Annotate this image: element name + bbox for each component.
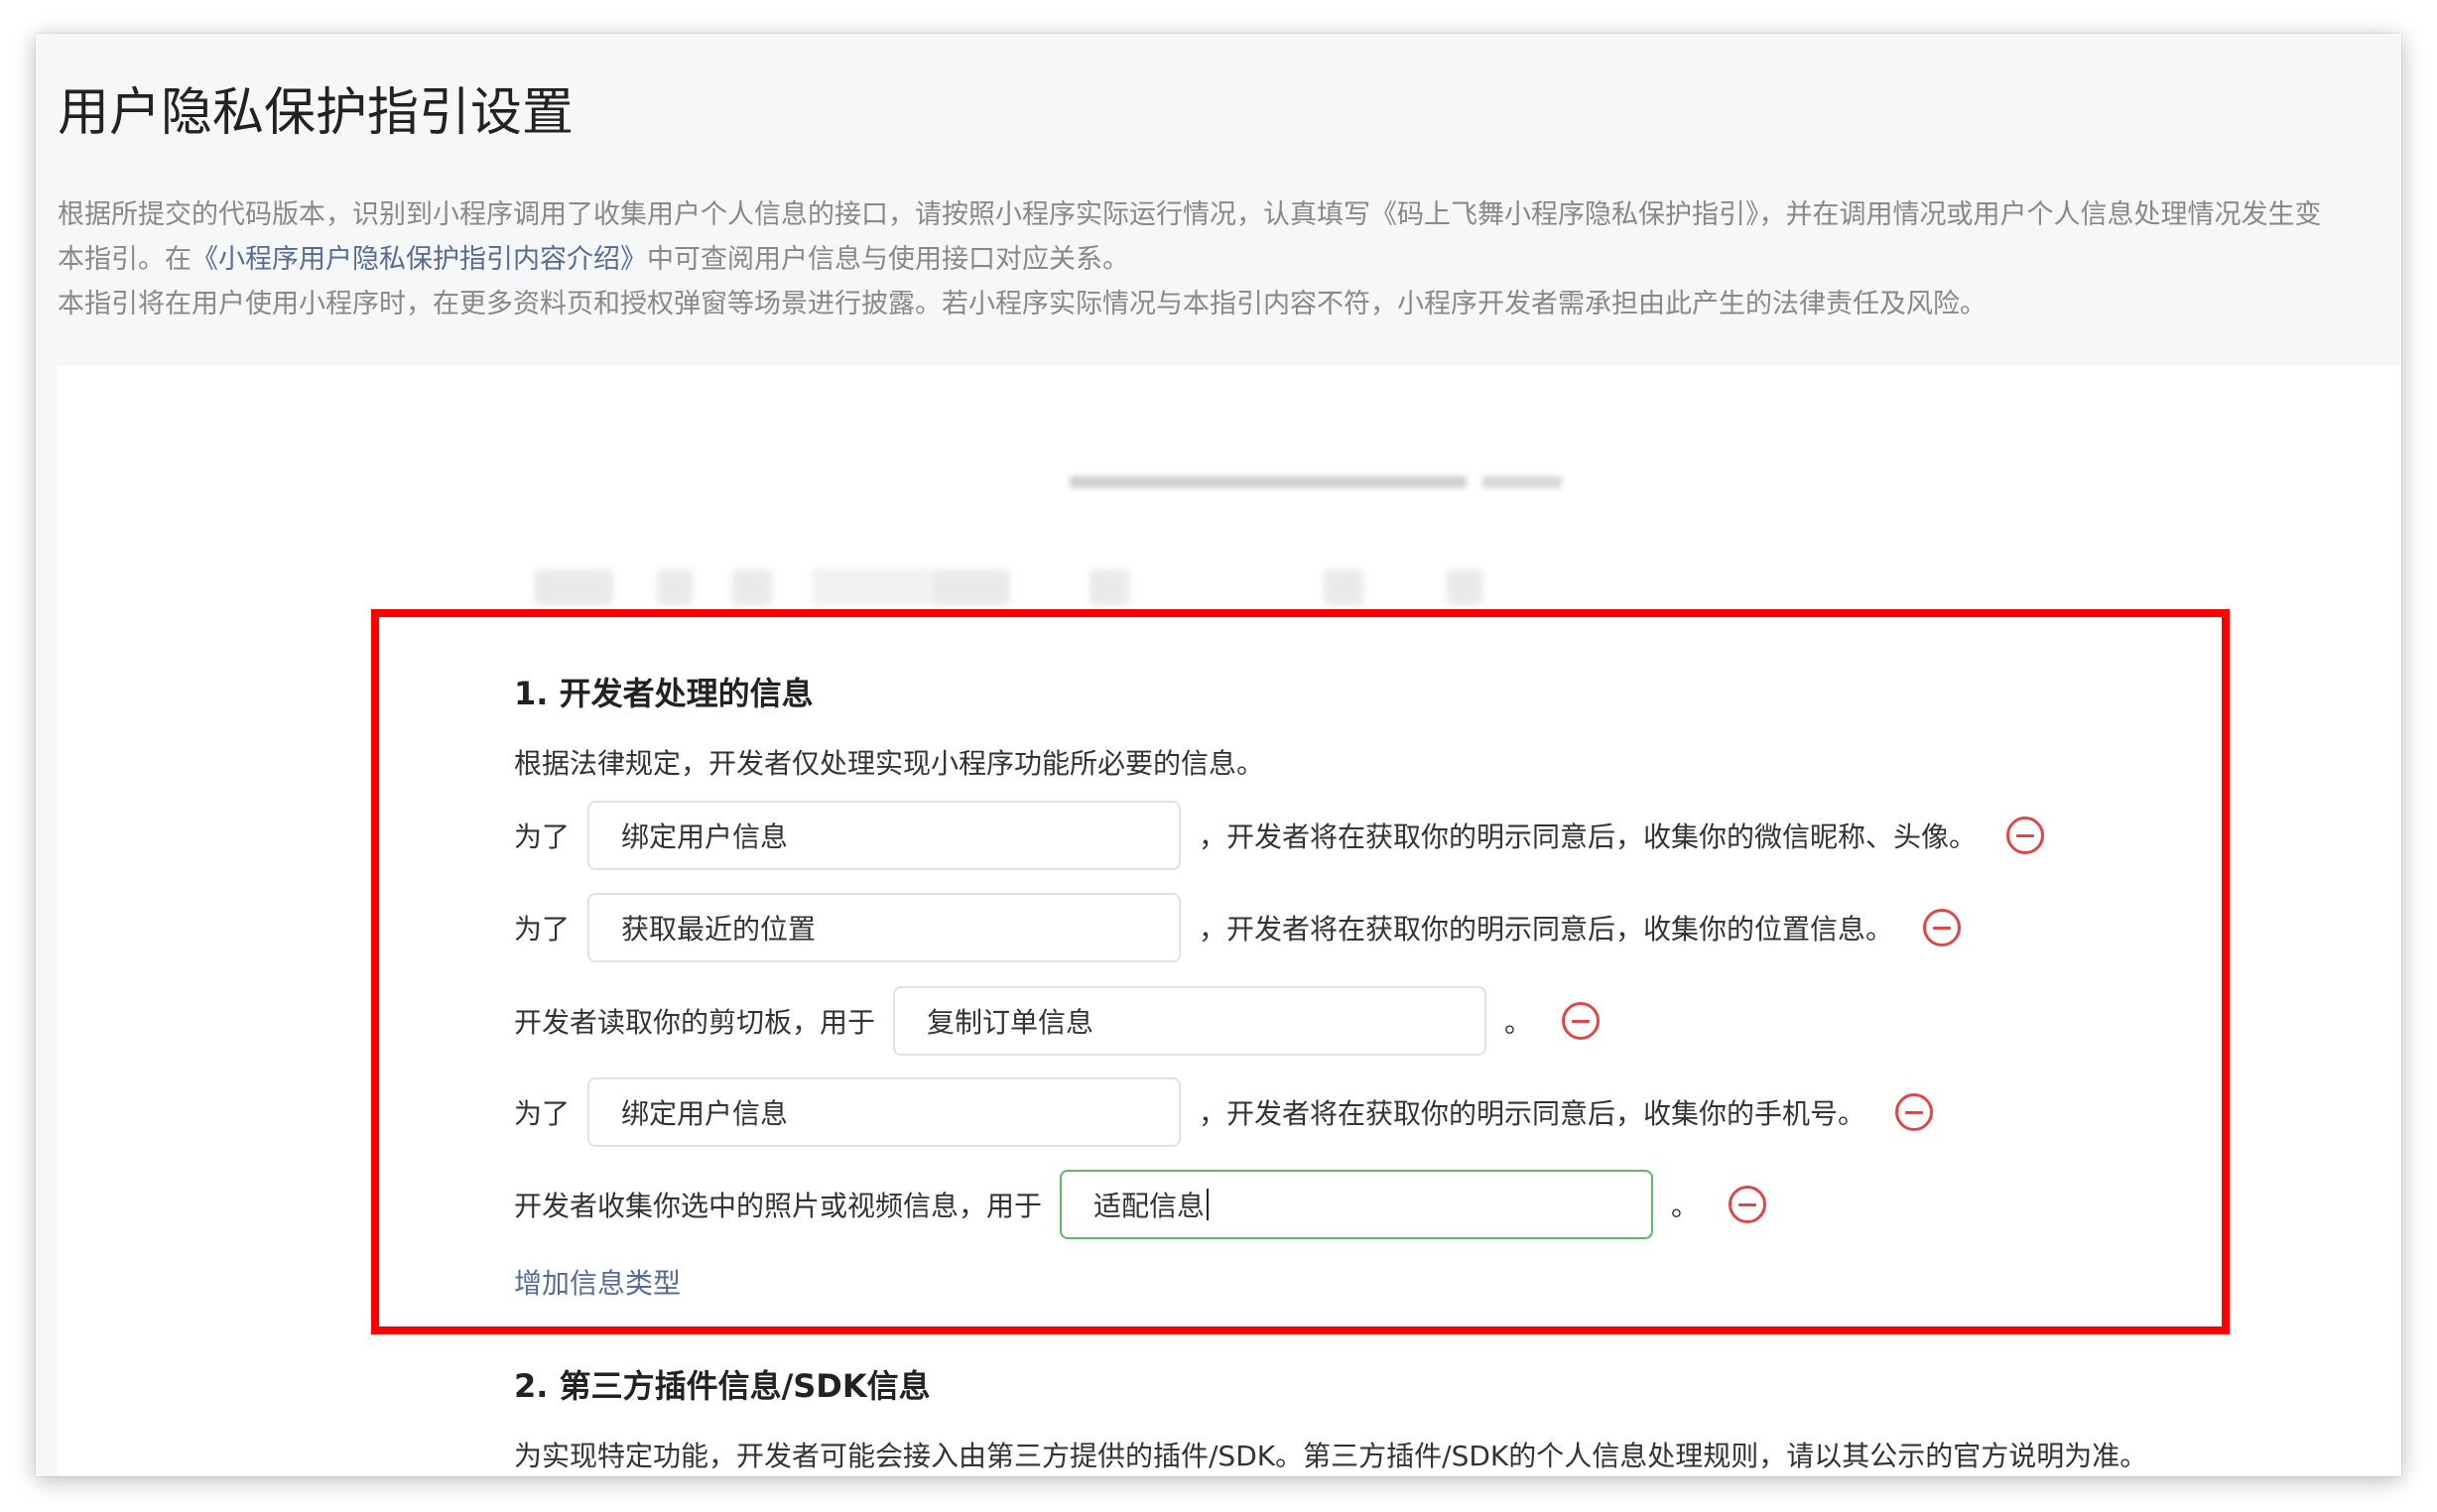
privacy-guide-intro-link[interactable]: 《小程序用户隐私保护指引内容介绍》 (192, 244, 647, 275)
redacted-heading (1070, 476, 1467, 488)
redacted-text (534, 569, 613, 605)
description-prefix: 本指引。在 (58, 244, 192, 275)
redacted-text (732, 569, 772, 605)
redacted-text (812, 569, 931, 605)
redacted-text (1447, 569, 1482, 605)
redacted-heading-2 (1482, 476, 1562, 488)
section-2-intro: 为实现特定功能，开发者可能会接入由第三方提供的插件/SDK。第三方插件/SDK的… (514, 1440, 2148, 1472)
section-2-title: 2. 第三方插件信息/SDK信息 (514, 1367, 931, 1405)
page-title: 用户隐私保护指引设置 (58, 83, 575, 143)
redacted-text (1324, 569, 1363, 605)
redacted-text (1090, 569, 1129, 605)
highlight-box (371, 609, 2230, 1334)
description-line-2: 本指引。在《小程序用户隐私保护指引内容介绍》中可查阅用户信息与使用接口对应关系。 (58, 237, 2401, 282)
description-line-3: 本指引将在用户使用小程序时，在更多资料页和授权弹窗等场景进行披露。若小程序实际情… (58, 289, 1987, 319)
description-line-1: 根据所提交的代码版本，识别到小程序调用了收集用户个人信息的接口，请按照小程序实际… (58, 199, 2322, 230)
description-suffix: 中可查阅用户信息与使用接口对应关系。 (647, 244, 1129, 275)
redacted-text (657, 569, 693, 605)
redacted-text (931, 569, 1010, 605)
